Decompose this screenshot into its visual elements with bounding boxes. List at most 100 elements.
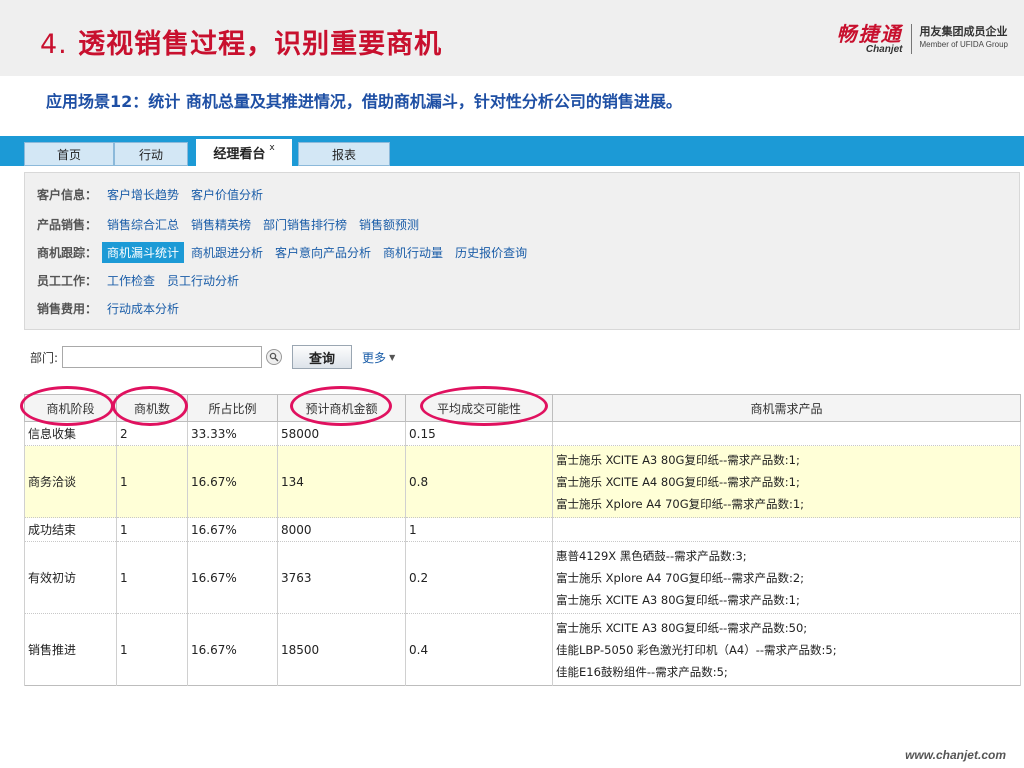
cell-probability: 1 — [405, 517, 553, 542]
menu-category: 产品销售： — [37, 217, 98, 232]
cell-stage: 销售推进 — [24, 613, 117, 686]
slide-title-text: 透视销售过程，识别重要商机 — [78, 29, 443, 60]
menu-link-staff-actions[interactable]: 员工行动分析 — [167, 271, 239, 290]
tab-reports[interactable]: 报表 — [298, 142, 390, 166]
menu-link-sales-summary[interactable]: 销售综合汇总 — [107, 215, 179, 234]
menu-category: 客户信息： — [37, 187, 98, 202]
table-row[interactable]: 商务洽谈 1 16.67% 134 0.8 富士施乐 XCITE A3 80G复… — [24, 445, 1021, 518]
chevron-down-icon: ▼ — [389, 352, 396, 362]
slide-title-number: 4. — [40, 29, 68, 60]
product-line: 富士施乐 Xplore A4 70G复印纸--需求产品数:1; — [556, 496, 805, 511]
cell-ratio: 16.67% — [187, 541, 278, 614]
cell-products — [552, 421, 1021, 446]
menu-link-sales-elite[interactable]: 销售精英榜 — [191, 215, 251, 234]
logo-sub-cn: 用友集团成员企业 — [919, 25, 1008, 38]
col-header-count[interactable]: 商机数 — [116, 394, 188, 422]
table-row[interactable]: 信息收集 2 33.33% 58000 0.15 — [24, 421, 1021, 446]
menu-row-product-sales: 产品销售： 销售综合汇总 销售精英榜 部门销售排行榜 销售额预测 — [37, 213, 431, 235]
cell-stage: 有效初访 — [24, 541, 117, 614]
menu-link-sales-forecast[interactable]: 销售额预测 — [359, 215, 419, 234]
menu-row-opportunity: 商机跟踪： 商机漏斗统计 商机跟进分析 客户意向产品分析 商机行动量 历史报价查… — [37, 241, 539, 263]
cell-count: 1 — [116, 541, 188, 614]
cell-stage: 成功结束 — [24, 517, 117, 542]
product-line: 富士施乐 XCITE A3 80G复印纸--需求产品数:1; — [556, 452, 800, 467]
cell-ratio: 33.33% — [187, 421, 278, 446]
menu-link-work-check[interactable]: 工作检查 — [107, 271, 155, 290]
product-line: 佳能LBP-5050 彩色激光打印机（A4）--需求产品数:5; — [556, 642, 837, 657]
menu-link-followup-analysis[interactable]: 商机跟进分析 — [191, 243, 263, 262]
cell-probability: 0.2 — [405, 541, 553, 614]
menu-link-action-cost[interactable]: 行动成本分析 — [107, 299, 179, 318]
product-line: 富士施乐 XCITE A3 80G复印纸--需求产品数:1; — [556, 592, 800, 607]
cell-products: 富士施乐 XCITE A3 80G复印纸--需求产品数:1; 富士施乐 XCIT… — [552, 445, 1021, 518]
cell-amount: 58000 — [277, 421, 406, 446]
cell-probability: 0.15 — [405, 421, 553, 446]
logo-sub-en: Member of UFIDA Group — [919, 40, 1008, 49]
tab-home[interactable]: 首页 — [24, 142, 114, 166]
logo-divider — [910, 24, 912, 54]
table-row[interactable]: 销售推进 1 16.67% 18500 0.4 富士施乐 XCITE A3 80… — [24, 613, 1021, 686]
tab-manager-board[interactable]: 经理看台 x — [196, 139, 292, 166]
close-icon[interactable]: x — [269, 143, 274, 153]
col-header-amount[interactable]: 预计商机金额 — [277, 394, 406, 422]
cell-probability: 0.4 — [405, 613, 553, 686]
query-button[interactable]: 查询 — [292, 345, 353, 369]
cell-amount: 3763 — [277, 541, 406, 614]
menu-category: 员工工作： — [37, 273, 98, 288]
cell-stage: 商务洽谈 — [24, 445, 117, 518]
tab-reports-label: 报表 — [331, 147, 356, 162]
product-line: 富士施乐 XCITE A3 80G复印纸--需求产品数:50; — [556, 620, 808, 635]
menu-row-expense: 销售费用： 行动成本分析 — [37, 297, 191, 319]
col-header-ratio[interactable]: 所占比例 — [187, 394, 278, 422]
dept-label: 部门: — [30, 350, 59, 365]
tab-actions[interactable]: 行动 — [114, 142, 188, 166]
menu-link-funnel-stats[interactable]: 商机漏斗统计 — [102, 241, 185, 263]
cell-probability: 0.8 — [405, 445, 553, 518]
footer-url: www.chanjet.com — [905, 748, 1006, 762]
chanjet-logo: 畅捷通 Chanjet 用友集团成员企业 Member of UFIDA Gro… — [837, 24, 1008, 64]
slide-subtitle: 应用场景12：统计 商机总量及其推进情况，借助商机漏斗，针对性分析公司的销售进展… — [46, 92, 682, 111]
slide-header: 4. 透视销售过程，识别重要商机 畅捷通 Chanjet 用友集团成员企业 Me… — [0, 0, 1024, 76]
search-icon[interactable] — [266, 349, 283, 365]
menu-link-customer-value[interactable]: 客户价值分析 — [191, 185, 263, 204]
col-header-products[interactable]: 商机需求产品 — [552, 394, 1021, 422]
cell-products: 富士施乐 XCITE A3 80G复印纸--需求产品数:50; 佳能LBP-50… — [552, 613, 1021, 686]
col-header-stage[interactable]: 商机阶段 — [24, 394, 117, 422]
tab-actions-label: 行动 — [138, 147, 163, 162]
table-row[interactable]: 成功结束 1 16.67% 8000 1 — [24, 517, 1021, 542]
product-line: 惠普4129X 黑色硒鼓--需求产品数:3; — [556, 548, 747, 563]
menu-link-customer-growth[interactable]: 客户增长趋势 — [107, 185, 179, 204]
cell-amount: 18500 — [277, 613, 406, 686]
cell-count: 1 — [116, 613, 188, 686]
menu-row-staff: 员工工作： 工作检查 员工行动分析 — [37, 269, 251, 291]
menu-link-quote-history[interactable]: 历史报价查询 — [455, 243, 527, 262]
report-menu-panel: 客户信息： 客户增长趋势 客户价值分析 产品销售： 销售综合汇总 销售精英榜 部… — [24, 172, 1020, 330]
cell-amount: 134 — [277, 445, 406, 518]
product-line: 佳能E16鼓粉组件--需求产品数:5; — [556, 664, 728, 679]
slide-title: 4. 透视销售过程，识别重要商机 — [40, 22, 442, 61]
app-tabbar: 首页 行动 经理看台 x 报表 — [0, 136, 1024, 166]
dept-input[interactable] — [62, 346, 263, 368]
menu-category: 销售费用： — [37, 301, 98, 316]
more-label: 更多 — [362, 350, 387, 365]
menu-link-dept-ranking[interactable]: 部门销售排行榜 — [263, 215, 347, 234]
cell-amount: 8000 — [277, 517, 406, 542]
logo-cn: 畅捷通 — [836, 22, 903, 46]
product-line: 富士施乐 Xplore A4 70G复印纸--需求产品数:2; — [556, 570, 805, 585]
menu-link-intent-products[interactable]: 客户意向产品分析 — [275, 243, 371, 262]
menu-row-customer: 客户信息： 客户增长趋势 客户价值分析 — [37, 183, 275, 205]
cell-count: 1 — [116, 517, 188, 542]
cell-products — [552, 517, 1021, 542]
cell-count: 2 — [116, 421, 188, 446]
more-dropdown[interactable]: 更多 ▼ — [362, 349, 395, 366]
cell-count: 1 — [116, 445, 188, 518]
menu-link-opportunity-actions[interactable]: 商机行动量 — [383, 243, 443, 262]
filter-bar: 部门: 查询 更多 ▼ — [30, 344, 395, 370]
cell-ratio: 16.67% — [187, 445, 278, 518]
table-row[interactable]: 有效初访 1 16.67% 3763 0.2 惠普4129X 黑色硒鼓--需求产… — [24, 541, 1021, 614]
cell-ratio: 16.67% — [187, 613, 278, 686]
col-header-probability[interactable]: 平均成交可能性 — [405, 394, 553, 422]
product-line: 富士施乐 XCITE A4 80G复印纸--需求产品数:1; — [556, 474, 800, 489]
funnel-table: 商机阶段 商机数 所占比例 预计商机金额 平均成交可能性 商机需求产品 信息收集… — [24, 394, 1021, 686]
menu-category: 商机跟踪： — [37, 245, 98, 260]
